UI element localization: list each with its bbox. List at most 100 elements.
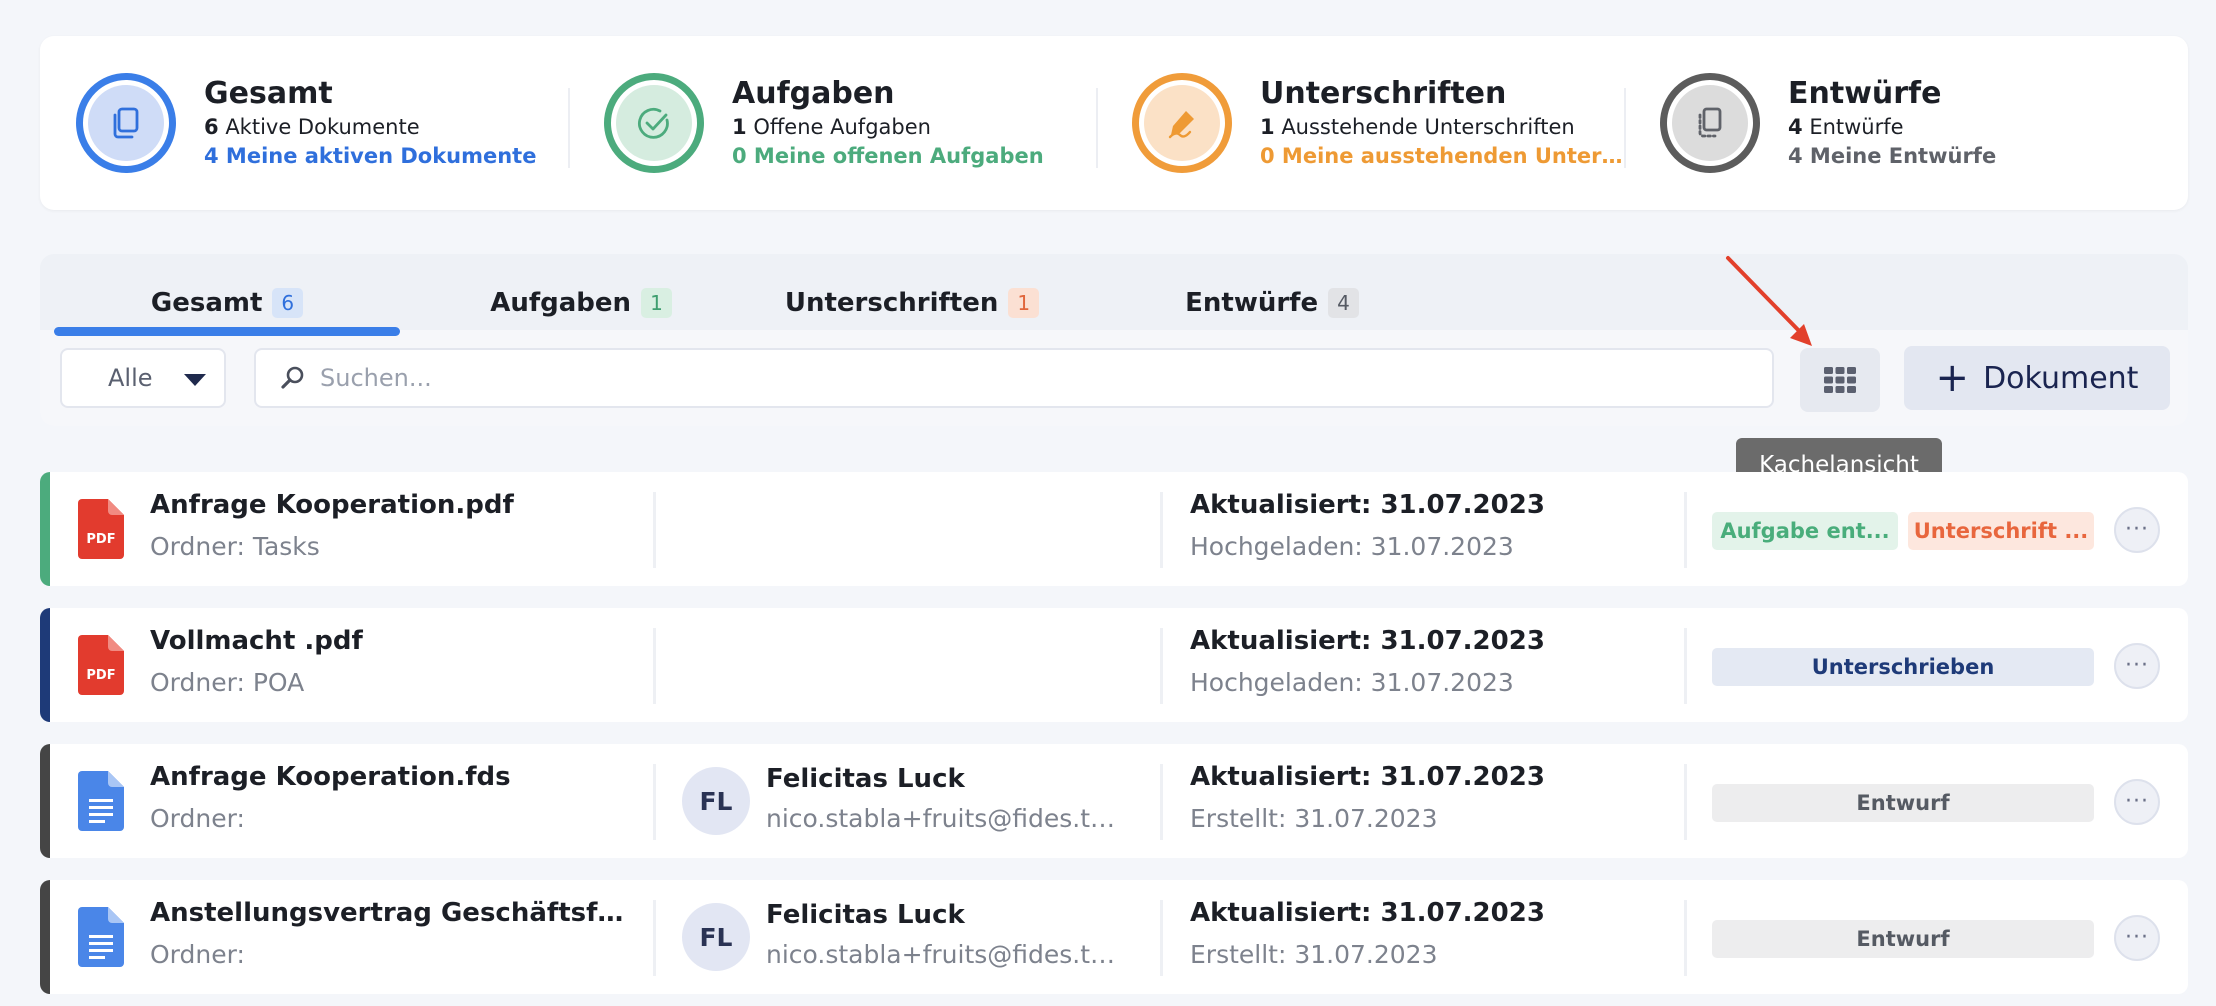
document-row[interactable]: PDF Vollmacht .pdf Ordner: POA Aktualisi…	[40, 608, 2188, 722]
document-folder: Ordner:	[150, 804, 245, 833]
document-row[interactable]: PDF Anfrage Kooperation.pdf Ordner: Task…	[40, 472, 2188, 586]
stat-drafts-ring	[1660, 73, 1760, 173]
owner-email: nico.stabla+fruits@fides.te...	[766, 940, 1126, 969]
tab-bar: Gesamt 6 Aufgaben 1 Unterschriften 1 Ent…	[54, 276, 1482, 336]
row-accent	[40, 608, 50, 722]
stat-total-ring	[76, 73, 176, 173]
stat-drafts-label: Entwürfe	[1809, 115, 1904, 139]
document-folder: Ordner:	[150, 940, 245, 969]
status-badge-signed: Unterschrieben	[1712, 648, 2094, 686]
pdf-icon-label: PDF	[86, 668, 115, 683]
status-badge-draft: Entwurf	[1712, 920, 2094, 958]
summary-card: Gesamt 6 Aktive Dokumente 4 Meine aktive…	[40, 36, 2188, 210]
document-updated: Aktualisiert: 31.07.2023	[1190, 898, 1545, 928]
stat-tasks-count: 1	[732, 115, 747, 139]
stat-drafts[interactable]: Entwürfe 4 Entwürfe 4 Meine Entwürfe	[1624, 58, 2152, 188]
status-badge-draft: Entwurf	[1712, 784, 2094, 822]
stat-total-title: Gesamt	[204, 76, 333, 111]
new-document-label: Dokument	[1983, 360, 2139, 396]
stat-tasks-label: Offene Aufgaben	[753, 115, 931, 139]
tab-drafts[interactable]: Entwürfe 4	[1062, 276, 1482, 330]
owner-name: Felicitas Luck	[766, 900, 965, 930]
search-box[interactable]	[254, 348, 1774, 408]
stat-signatures-title: Unterschriften	[1260, 76, 1507, 111]
tab-drafts-count: 4	[1328, 288, 1359, 318]
more-options-button[interactable]: ···	[2114, 915, 2160, 961]
stat-signatures-count: 1	[1260, 115, 1275, 139]
document-name[interactable]: Anfrage Kooperation.fds	[150, 762, 640, 792]
more-options-button[interactable]: ···	[2114, 507, 2160, 553]
draft-icon	[1698, 107, 1722, 138]
more-options-button[interactable]: ···	[2114, 643, 2160, 689]
pdf-file-icon: PDF	[78, 635, 124, 695]
avatar: FL	[682, 767, 750, 835]
tab-signatures-label: Unterschriften	[784, 288, 999, 318]
stat-signatures-mine: 0 Meine ausstehenden Unters...	[1260, 144, 1624, 168]
document-name[interactable]: Vollmacht .pdf	[150, 626, 640, 656]
tab-drafts-label: Entwürfe	[1185, 288, 1319, 318]
stat-drafts-count: 4	[1788, 115, 1803, 139]
stat-signatures-ring	[1132, 73, 1232, 173]
document-row[interactable]: Anfrage Kooperation.fds Ordner: FL Felic…	[40, 744, 2188, 858]
check-circle-icon	[638, 107, 669, 139]
document-folder: Ordner: Tasks	[150, 532, 320, 561]
stat-total-count: 6	[204, 115, 219, 139]
signature-pen-icon	[1168, 111, 1194, 139]
document-row[interactable]: Anstellungsvertrag Geschäftsfüh... Ordne…	[40, 880, 2188, 994]
stat-signatures[interactable]: Unterschriften 1 Ausstehende Unterschrif…	[1096, 58, 1624, 188]
tab-signatures[interactable]: Unterschriften 1	[762, 276, 1062, 330]
document-created: Erstellt: 31.07.2023	[1190, 804, 1438, 833]
text-document-icon	[78, 771, 124, 831]
grid-icon	[1824, 367, 1856, 393]
stat-total-mine: 4 Meine aktiven Dokumente	[204, 144, 537, 168]
stat-drafts-title: Entwürfe	[1788, 76, 1942, 111]
stat-signatures-label: Ausstehende Unterschriften	[1281, 115, 1575, 139]
pdf-icon-label: PDF	[86, 532, 115, 547]
search-input[interactable]	[320, 364, 1720, 392]
filter-dropdown[interactable]: Alle	[60, 348, 226, 408]
document-name[interactable]: Anstellungsvertrag Geschäftsfüh...	[150, 898, 640, 928]
tab-signatures-count: 1	[1008, 288, 1040, 318]
stat-tasks-ring	[604, 73, 704, 173]
stat-tasks-title: Aufgaben	[732, 76, 895, 111]
caret-down-icon	[184, 374, 206, 386]
new-document-button[interactable]: + Dokument	[1904, 346, 2170, 410]
document-updated: Aktualisiert: 31.07.2023	[1190, 490, 1545, 520]
document-folder: Ordner: POA	[150, 668, 305, 697]
stat-tasks-mine: 0 Meine offenen Aufgaben	[732, 144, 1044, 168]
owner-name: Felicitas Luck	[766, 764, 965, 794]
document-uploaded: Hochgeladen: 31.07.2023	[1190, 532, 1514, 561]
tab-tasks[interactable]: Aufgaben 1	[400, 276, 762, 330]
document-name[interactable]: Anfrage Kooperation.pdf	[150, 490, 640, 520]
tab-tasks-label: Aufgaben	[490, 288, 632, 318]
document-list: PDF Anfrage Kooperation.pdf Ordner: Task…	[40, 472, 2188, 1006]
row-accent	[40, 880, 50, 994]
document-created: Erstellt: 31.07.2023	[1190, 940, 1438, 969]
tab-tasks-count: 1	[641, 288, 672, 318]
document-uploaded: Hochgeladen: 31.07.2023	[1190, 668, 1514, 697]
document-updated: Aktualisiert: 31.07.2023	[1190, 762, 1545, 792]
documents-icon	[113, 107, 139, 139]
stat-drafts-mine: 4 Meine Entwürfe	[1788, 144, 1997, 168]
row-accent	[40, 472, 50, 586]
stat-tasks[interactable]: Aufgaben 1 Offene Aufgaben 0 Meine offen…	[568, 58, 1096, 188]
row-accent	[40, 744, 50, 858]
pdf-file-icon: PDF	[78, 499, 124, 559]
filter-dropdown-value: Alle	[108, 364, 153, 392]
stat-total-label: Aktive Dokumente	[225, 115, 420, 139]
search-icon	[281, 366, 304, 389]
stat-total[interactable]: Gesamt 6 Aktive Dokumente 4 Meine aktive…	[40, 58, 568, 188]
documents-toolbar-panel: Gesamt 6 Aufgaben 1 Unterschriften 1 Ent…	[40, 254, 2188, 426]
tab-total-count: 6	[272, 288, 304, 318]
document-updated: Aktualisiert: 31.07.2023	[1190, 626, 1545, 656]
tile-view-button[interactable]	[1800, 348, 1880, 412]
plus-icon: +	[1935, 355, 1970, 401]
text-document-icon	[78, 907, 124, 967]
more-options-button[interactable]: ···	[2114, 779, 2160, 825]
status-badge-task: Aufgabe ent...	[1712, 512, 1898, 550]
tab-total-label: Gesamt	[150, 288, 263, 318]
status-badge-signature: Unterschrift ...	[1908, 512, 2094, 550]
avatar: FL	[682, 903, 750, 971]
tab-total[interactable]: Gesamt 6	[54, 276, 400, 336]
owner-email: nico.stabla+fruits@fides.te...	[766, 804, 1126, 833]
